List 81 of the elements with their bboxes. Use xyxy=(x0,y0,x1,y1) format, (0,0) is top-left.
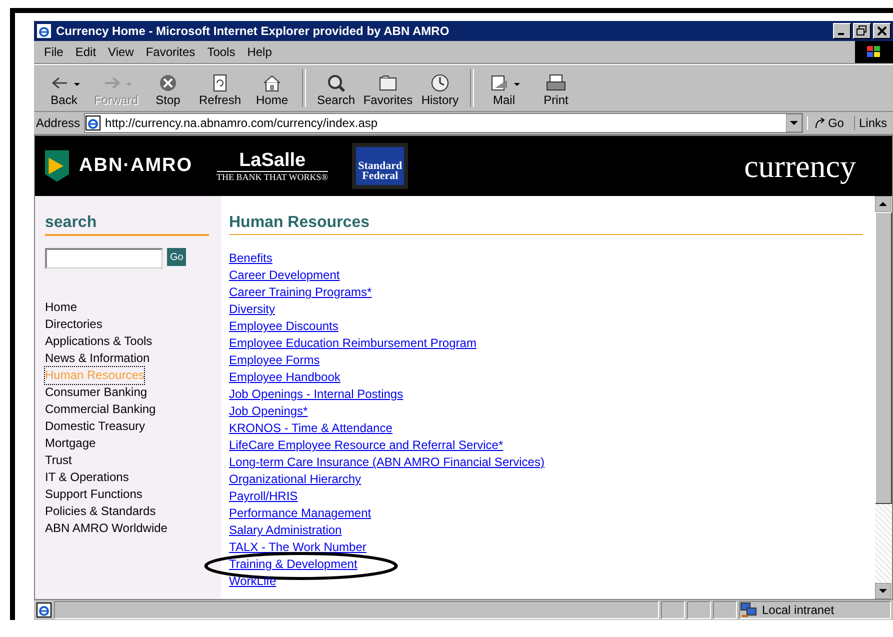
go-arrow-icon xyxy=(814,117,826,129)
nav-link[interactable]: Consumer Banking xyxy=(45,384,148,401)
link[interactable]: Salary Administration xyxy=(229,523,342,537)
windows-flag-icon xyxy=(866,45,882,59)
abn-amro-logo: ABN·AMRO xyxy=(79,155,193,177)
address-field[interactable]: http://currency.na.abnamro.com/currency/index.asp xyxy=(84,113,803,133)
link[interactable]: LifeCare Employee Resource and Referral Service* xyxy=(229,438,504,452)
link[interactable]: Job Openings* xyxy=(229,404,308,418)
nav-link[interactable]: IT & Operations xyxy=(45,469,129,486)
standard-federal-logo: Standard Federal xyxy=(352,143,408,189)
nav-link[interactable]: Directories xyxy=(45,316,102,333)
link[interactable]: Employee Forms xyxy=(229,353,320,367)
toolbar-button[interactable]: Favorites xyxy=(362,69,414,107)
lasalle-tagline: THE BANK THAT WORKS® xyxy=(216,170,328,182)
search-heading: search xyxy=(45,214,209,236)
toolbar-button[interactable]: History xyxy=(414,69,466,107)
link[interactable]: Diversity xyxy=(229,302,276,316)
menu-item[interactable]: Favorites xyxy=(146,45,196,59)
go-button[interactable]: Go xyxy=(167,248,186,266)
menu-item[interactable]: Tools xyxy=(207,45,236,59)
scroll-down-button[interactable] xyxy=(875,583,891,599)
nav-link[interactable]: Policies & Standards xyxy=(45,503,156,520)
nav-link[interactable]: Commercial Banking xyxy=(45,401,156,418)
link[interactable]: Employee Handbook xyxy=(229,370,340,384)
security-zone: Local intranet xyxy=(762,603,834,617)
print-icon xyxy=(545,73,567,93)
nav-link[interactable]: Applications & Tools xyxy=(45,333,152,350)
link[interactable]: Employee Education Reimbursement Program xyxy=(229,336,476,350)
search-field[interactable] xyxy=(45,248,163,269)
restore-button[interactable] xyxy=(853,23,871,39)
link[interactable]: Organizational Hierarchy xyxy=(229,472,362,486)
stop-icon xyxy=(157,73,179,93)
nav-link[interactable]: Home xyxy=(45,299,78,316)
address-label: Address xyxy=(36,116,80,130)
link[interactable]: KRONOS - Time & Attendance xyxy=(229,421,392,435)
toolbar-button[interactable]: Print xyxy=(530,69,582,107)
nav-link[interactable]: Domestic Treasury xyxy=(45,418,146,435)
scrollbar[interactable] xyxy=(875,196,892,599)
menu-item[interactable]: Edit xyxy=(75,45,96,59)
minimize-button[interactable] xyxy=(833,23,851,39)
browser-icon xyxy=(36,23,52,39)
network-icon xyxy=(740,602,758,618)
toolbar-button[interactable]: Mail xyxy=(478,69,530,107)
toolbar-button[interactable]: Search xyxy=(310,69,362,107)
nav-link[interactable]: Mortgage xyxy=(45,435,96,452)
link[interactable]: Payroll/HRIS xyxy=(229,489,298,503)
toolbar-button[interactable]: Back xyxy=(38,69,90,107)
link[interactable]: Long-term Care Insurance (ABN AMRO Financial Services) xyxy=(229,455,544,469)
menu-item[interactable]: File xyxy=(44,45,64,59)
link[interactable]: Employee Discounts xyxy=(229,319,338,333)
close-button[interactable] xyxy=(873,23,891,39)
site-name: currency xyxy=(744,148,856,184)
home-icon xyxy=(261,73,283,93)
link[interactable]: Career Training Programs* xyxy=(229,285,372,299)
go-button[interactable]: Go xyxy=(806,116,850,130)
lasalle-logo: LaSalle xyxy=(239,150,306,170)
toolbar-button[interactable]: Stop xyxy=(142,69,194,107)
link[interactable]: WorkLife xyxy=(229,574,276,588)
link[interactable]: Career Development xyxy=(229,268,340,282)
links-button[interactable]: Links xyxy=(854,116,891,130)
page-icon xyxy=(85,115,102,131)
link[interactable]: Benefits xyxy=(229,251,272,265)
favorites-icon xyxy=(377,73,399,93)
history-icon xyxy=(429,73,451,93)
dropdown-button[interactable] xyxy=(786,114,802,132)
link[interactable]: TALX - The Work Number xyxy=(229,540,366,554)
menu-item[interactable]: View xyxy=(108,45,134,59)
link[interactable]: Performance Management xyxy=(229,506,372,520)
toolbar-button[interactable]: Home xyxy=(246,69,298,107)
window-title: Currency Home - Microsoft Internet Explorer provided by ABN AMRO xyxy=(56,24,450,38)
nav-link[interactable]: ABN AMRO Worldwide xyxy=(45,520,168,537)
toolbar-button[interactable]: Refresh xyxy=(194,69,246,107)
scroll-up-button[interactable] xyxy=(875,196,891,212)
shield-logo-icon xyxy=(45,149,69,183)
link[interactable]: Job Openings - Internal Postings xyxy=(229,387,404,401)
menu-item[interactable]: Help xyxy=(247,45,272,59)
nav-link[interactable]: Trust xyxy=(45,452,72,469)
page-heading: Human Resources xyxy=(229,214,863,235)
nav-link[interactable]: Support Functions xyxy=(45,486,142,503)
search-icon xyxy=(325,73,347,93)
nav-link[interactable]: News & Information xyxy=(45,350,150,367)
